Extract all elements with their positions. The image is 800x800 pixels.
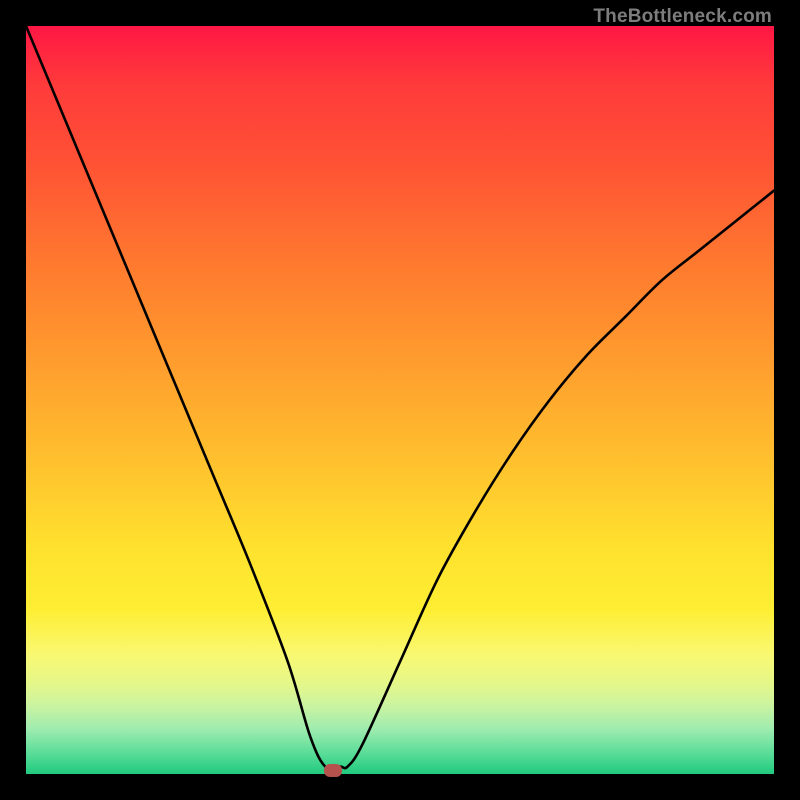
chart-frame: TheBottleneck.com xyxy=(0,0,800,800)
watermark-text: TheBottleneck.com xyxy=(593,6,772,28)
curve-svg xyxy=(26,26,774,774)
bottleneck-curve xyxy=(26,26,774,769)
optimal-point-marker xyxy=(324,764,342,777)
plot-area xyxy=(26,26,774,774)
